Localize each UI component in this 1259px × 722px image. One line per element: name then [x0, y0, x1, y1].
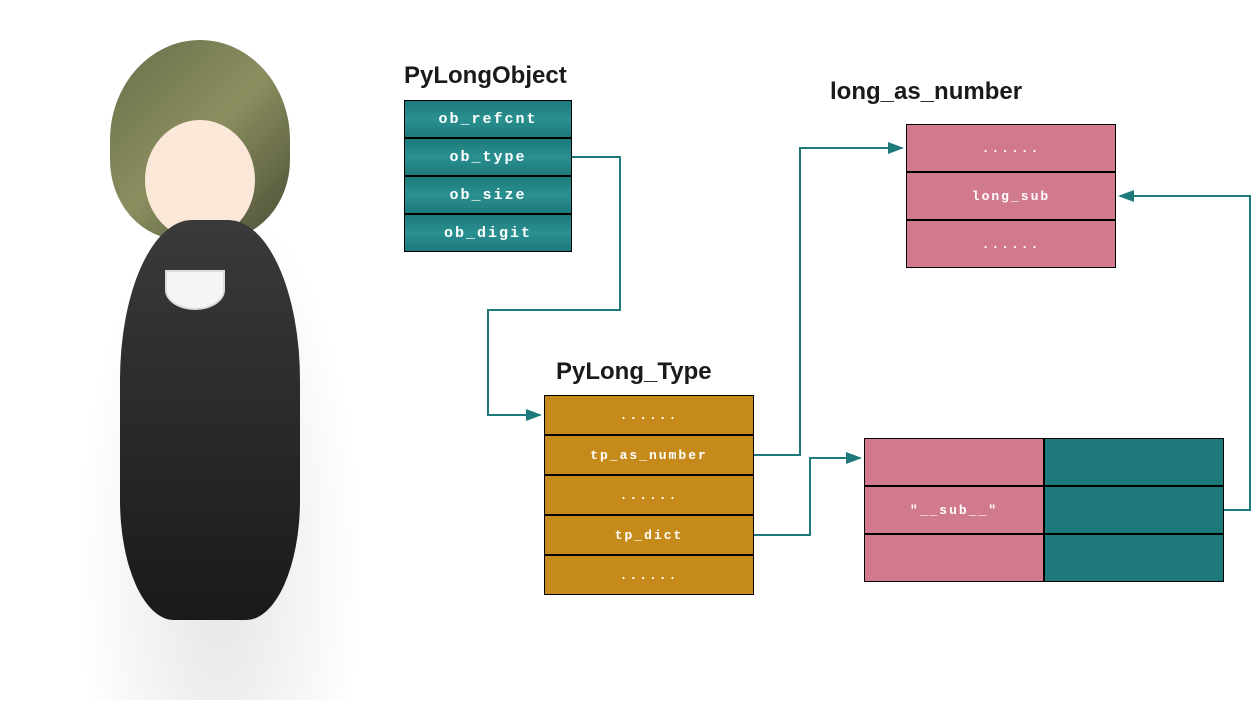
field-ob-digit: ob_digit	[404, 214, 572, 252]
dict-val	[1044, 534, 1224, 582]
title-pylongobject: PyLongObject	[404, 62, 567, 90]
field-ob-type: ob_type	[404, 138, 572, 176]
anime-character-illustration	[20, 40, 420, 700]
dict-key	[864, 438, 1044, 486]
arrow-tpasnumber-to-longasnumber	[754, 148, 902, 455]
struct-pylongtype: ...... tp_as_number ...... tp_dict .....…	[544, 395, 754, 595]
field-ellipsis: ......	[906, 124, 1116, 172]
dict-val	[1044, 438, 1224, 486]
field-ellipsis: ......	[544, 555, 754, 595]
title-pylongtype: PyLong_Type	[556, 358, 712, 386]
title-longasnumber: long_as_number	[830, 78, 1022, 106]
field-ob-size: ob_size	[404, 176, 572, 214]
dict-row	[864, 438, 1224, 486]
struct-pylongobject: ob_refcnt ob_type ob_size ob_digit	[404, 100, 572, 252]
field-ellipsis: ......	[544, 475, 754, 515]
field-ellipsis: ......	[544, 395, 754, 435]
field-tp-dict: tp_dict	[544, 515, 754, 555]
dict-key-sub: "__sub__"	[864, 486, 1044, 534]
dict-val	[1044, 486, 1224, 534]
struct-dict: "__sub__"	[864, 438, 1224, 582]
struct-longasnumber: ...... long_sub ......	[906, 124, 1116, 268]
field-long-sub: long_sub	[906, 172, 1116, 220]
field-tp-as-number: tp_as_number	[544, 435, 754, 475]
field-ob-refcnt: ob_refcnt	[404, 100, 572, 138]
field-ellipsis: ......	[906, 220, 1116, 268]
dict-key	[864, 534, 1044, 582]
arrow-tpdict-to-dict	[754, 458, 860, 535]
dict-row: "__sub__"	[864, 486, 1224, 534]
dict-row	[864, 534, 1224, 582]
